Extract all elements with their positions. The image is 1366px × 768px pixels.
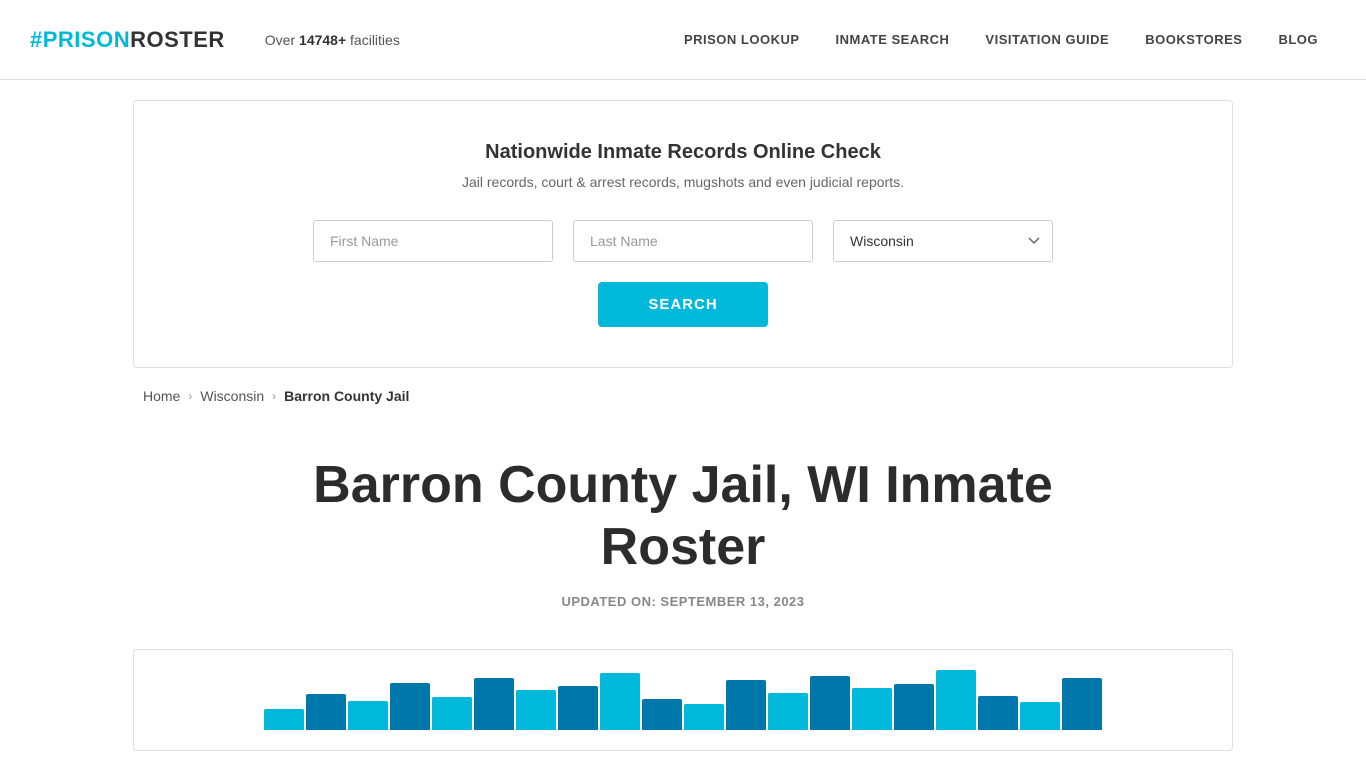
- nav-prison-lookup[interactable]: PRISON LOOKUP: [666, 32, 818, 47]
- facilities-suffix: facilities: [346, 32, 400, 48]
- search-subtitle: Jail records, court & arrest records, mu…: [194, 174, 1172, 190]
- chart-section: [133, 649, 1233, 751]
- facilities-prefix: Over: [265, 32, 299, 48]
- chart-bar: [306, 694, 346, 730]
- logo-prison: PRISON: [43, 27, 130, 53]
- chart-bar: [390, 683, 430, 730]
- chart-bar: [516, 690, 556, 729]
- chart-bar: [1062, 678, 1102, 730]
- chart-bar: [894, 684, 934, 730]
- chart-bar: [726, 680, 766, 730]
- nav-bookstores[interactable]: BOOKSTORES: [1127, 32, 1260, 47]
- search-section: Nationwide Inmate Records Online Check J…: [133, 100, 1233, 368]
- last-name-input[interactable]: [573, 220, 813, 262]
- chart-bar: [348, 701, 388, 730]
- logo-roster: ROSTER: [130, 27, 225, 53]
- chart-bar-container: [164, 670, 1202, 730]
- chart-bar: [684, 704, 724, 730]
- nav-visitation-guide[interactable]: VISITATION GUIDE: [967, 32, 1127, 47]
- facilities-count: 14748+: [299, 32, 346, 48]
- search-button[interactable]: SEARCH: [598, 282, 767, 327]
- chart-bar: [264, 709, 304, 730]
- chart-bar: [978, 696, 1018, 730]
- nav-blog[interactable]: BLOG: [1260, 32, 1336, 47]
- chart-bar: [810, 676, 850, 730]
- page-title-section: Barron County Jail, WI Inmate Roster UPD…: [0, 414, 1366, 629]
- breadcrumb-state[interactable]: Wisconsin: [200, 388, 264, 404]
- nav-inmate-search[interactable]: INMATE SEARCH: [818, 32, 968, 47]
- chart-bar: [600, 673, 640, 730]
- chart-bar: [1020, 702, 1060, 730]
- search-form-row: AlabamaAlaskaArizonaArkansasCaliforniaCo…: [194, 220, 1172, 262]
- nav-links: PRISON LOOKUP INMATE SEARCH VISITATION G…: [666, 32, 1336, 47]
- breadcrumb-current: Barron County Jail: [284, 388, 409, 404]
- first-name-input[interactable]: [313, 220, 553, 262]
- facilities-text: Over 14748+ facilities: [265, 32, 400, 48]
- navbar: #PRISONROSTER Over 14748+ facilities PRI…: [0, 0, 1366, 80]
- chart-bar: [768, 693, 808, 730]
- chart-bar: [558, 686, 598, 729]
- breadcrumb-sep-1: ›: [188, 389, 192, 403]
- page-title: Barron County Jail, WI Inmate Roster: [283, 454, 1083, 579]
- breadcrumb-home[interactable]: Home: [143, 388, 180, 404]
- breadcrumb-sep-2: ›: [272, 389, 276, 403]
- search-button-row: SEARCH: [194, 282, 1172, 327]
- chart-bar: [936, 670, 976, 730]
- logo[interactable]: #PRISONROSTER: [30, 27, 225, 53]
- chart-bar: [642, 699, 682, 730]
- chart-bar: [852, 688, 892, 729]
- search-title: Nationwide Inmate Records Online Check: [194, 141, 1172, 164]
- state-select[interactable]: AlabamaAlaskaArizonaArkansasCaliforniaCo…: [833, 220, 1053, 262]
- logo-hash: #: [30, 27, 43, 53]
- chart-bar: [432, 697, 472, 730]
- chart-bar: [474, 678, 514, 730]
- breadcrumb: Home › Wisconsin › Barron County Jail: [133, 388, 1233, 404]
- page-updated: UPDATED ON: SEPTEMBER 13, 2023: [20, 594, 1346, 609]
